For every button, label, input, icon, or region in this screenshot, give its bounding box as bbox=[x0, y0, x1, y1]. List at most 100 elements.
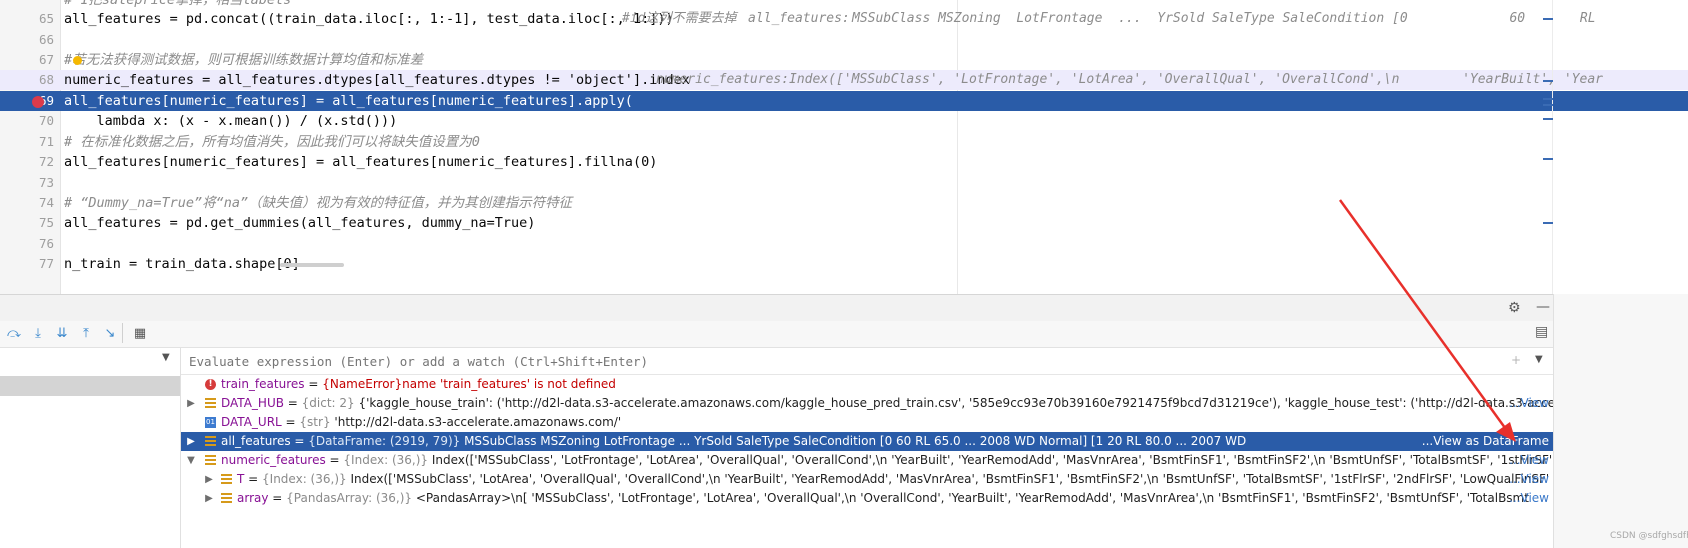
variable-value: MSSubClass MSZoning LotFrontage ... YrSo… bbox=[460, 434, 1247, 448]
variable-row[interactable]: ! train_features = {NameError}name 'trai… bbox=[181, 375, 1553, 394]
variable-row[interactable]: ▼ numeric_features = {Index: (36,)} Inde… bbox=[181, 451, 1553, 470]
variable-name: array bbox=[237, 491, 269, 505]
variable-row[interactable]: ▶ T = {Index: (36,)} Index(['MSSubClass'… bbox=[181, 470, 1553, 489]
code-line[interactable]: 72 all_features[numeric_features] = all_… bbox=[0, 152, 1688, 172]
watermark: CSDN @sdfghsdfhfsdhf bbox=[1610, 531, 1688, 541]
evaluate-bar[interactable]: + ▼ bbox=[181, 348, 1553, 375]
code-line[interactable]: 65 all_features = pd.concat((train_data.… bbox=[0, 9, 1688, 29]
view-link[interactable]: ...View bbox=[1505, 394, 1549, 413]
variable-name: DATA_URL bbox=[221, 415, 282, 429]
line-number: 65 bbox=[38, 11, 54, 26]
inline-value: Index(['MSSubClass', 'LotFrontage', 'Lot… bbox=[789, 72, 1603, 87]
variable-value: 'http://d2l-data.s3-accelerate.amazonaws… bbox=[330, 415, 622, 429]
variable-row[interactable]: 01 DATA_URL = {str} 'http://d2l-data.s3-… bbox=[181, 413, 1553, 432]
variable-row[interactable]: ▶ array = {PandasArray: (36,)} <PandasAr… bbox=[181, 489, 1553, 508]
scroll-marker[interactable] bbox=[1543, 118, 1553, 120]
view-link[interactable]: ...View bbox=[1505, 489, 1549, 508]
scroll-marker[interactable] bbox=[1543, 158, 1553, 160]
dataframe-icon bbox=[205, 436, 216, 447]
variable-separator: = bbox=[290, 434, 309, 448]
lightbulb-icon[interactable] bbox=[73, 56, 82, 65]
chevron-down-icon[interactable]: ▼ bbox=[1535, 354, 1543, 365]
code-line[interactable]: 68 numeric_features = all_features.dtype… bbox=[0, 70, 1688, 90]
code-line[interactable]: 67 #若无法获得测试数据，则可根据训练数据计算均值和标准差 bbox=[0, 50, 1688, 70]
code-editor[interactable]: # 1把saleprice拿掉，相当labels 65 all_features… bbox=[0, 0, 1688, 294]
view-link[interactable]: ...View bbox=[1505, 451, 1549, 470]
variable-name: all_features bbox=[221, 434, 291, 448]
variables-tree[interactable]: ! train_features = {NameError}name 'trai… bbox=[181, 375, 1553, 548]
layout-icon[interactable]: ▤ bbox=[1535, 324, 1548, 340]
selected-frame[interactable] bbox=[0, 376, 180, 396]
scroll-marker[interactable] bbox=[1543, 80, 1553, 82]
code-line[interactable]: 73 bbox=[0, 173, 1688, 193]
vertical-scrollbar[interactable] bbox=[1552, 0, 1553, 294]
inline-value: MSSubClass MSZoning LotFrontage ... YrSo… bbox=[852, 11, 1596, 26]
line-number: 75 bbox=[38, 215, 54, 230]
line-number: 71 bbox=[38, 134, 54, 149]
gear-icon[interactable]: ⚙ bbox=[1508, 300, 1521, 316]
code-text: lambda x: (x - x.mean()) / (x.std())) bbox=[64, 113, 398, 129]
step-over-icon[interactable]: ⤼ bbox=[6, 326, 22, 342]
chevron-right-icon[interactable]: ▶ bbox=[185, 394, 197, 413]
variable-separator: = bbox=[283, 396, 302, 410]
variable-type: {str} bbox=[299, 415, 331, 429]
scroll-marker[interactable] bbox=[1543, 98, 1553, 100]
variable-row-selected[interactable]: ▶ all_features = {DataFrame: (2919, 79)}… bbox=[181, 432, 1553, 451]
current-execution-line[interactable]: 69 all_features[numeric_features] = all_… bbox=[0, 91, 1688, 111]
code-line[interactable]: 76 bbox=[0, 234, 1688, 254]
step-into-my-code-icon[interactable]: ⇊ bbox=[54, 326, 70, 342]
toolbar-divider bbox=[122, 323, 123, 343]
variable-value: Index(['MSSubClass', 'LotFrontage', 'Lot… bbox=[428, 453, 1553, 467]
add-watch-icon[interactable]: + bbox=[1511, 353, 1521, 367]
evaluate-expression-input[interactable] bbox=[189, 352, 1489, 370]
view-as-dataframe-link[interactable]: ...View as DataFrame bbox=[1417, 432, 1549, 451]
chevron-right-icon[interactable]: ▶ bbox=[185, 432, 197, 451]
line-number: 72 bbox=[38, 154, 54, 169]
code-line[interactable]: 74 # “Dummy_na=True”将“na”（缺失值）视为有效的特征值，并… bbox=[0, 193, 1688, 213]
breakpoint-icon[interactable] bbox=[32, 96, 44, 108]
line-number: 67 bbox=[38, 52, 54, 67]
line-number: 70 bbox=[38, 113, 54, 128]
step-into-icon[interactable]: ⤓ bbox=[30, 326, 46, 342]
minimize-icon[interactable]: — bbox=[1536, 299, 1550, 315]
code-line[interactable]: 70 lambda x: (x - x.mean()) / (x.std())) bbox=[0, 111, 1688, 131]
array-icon bbox=[221, 493, 232, 504]
chevron-right-icon[interactable]: ▶ bbox=[203, 489, 215, 508]
evaluate-icon[interactable]: ▦ bbox=[132, 326, 148, 342]
variable-separator: = bbox=[304, 377, 323, 391]
scroll-marker[interactable] bbox=[1543, 104, 1553, 106]
line-number: 76 bbox=[38, 236, 54, 251]
variable-name: numeric_features bbox=[221, 453, 326, 467]
variable-separator: = bbox=[325, 453, 344, 467]
variable-type: {dict: 2} bbox=[301, 396, 355, 410]
code-line[interactable]: 75 all_features = pd.get_dummies(all_fea… bbox=[0, 213, 1688, 233]
line-number: 69 bbox=[38, 93, 54, 108]
variable-separator: = bbox=[244, 472, 263, 486]
variable-type: {Index: (36,)} bbox=[343, 453, 429, 467]
chevron-right-icon[interactable]: ▶ bbox=[203, 470, 215, 489]
code-text: all_features[numeric_features] = all_fea… bbox=[64, 154, 658, 170]
code-text: # 在标准化数据之后，所有均值消失，因此我们可以将缺失值设置为0 bbox=[64, 134, 480, 150]
variable-name: train_features bbox=[221, 377, 305, 391]
code-line[interactable]: 77 n_train = train_data.shape[0] bbox=[0, 254, 1688, 274]
panel-splitter[interactable]: ⚙ — bbox=[0, 294, 1688, 322]
chevron-down-icon[interactable]: ▼ bbox=[185, 451, 197, 470]
code-line[interactable]: 66 bbox=[0, 30, 1688, 50]
error-icon: ! bbox=[205, 379, 216, 390]
variable-type: {Index: (36,)} bbox=[262, 472, 347, 486]
view-link[interactable]: ...View bbox=[1505, 470, 1549, 489]
variable-row[interactable]: ▶ DATA_HUB = {dict: 2} {'kaggle_house_tr… bbox=[181, 394, 1553, 413]
code-text: # “Dummy_na=True”将“na”（缺失值）视为有效的特征值，并为其创… bbox=[64, 195, 573, 211]
scroll-marker[interactable] bbox=[1543, 222, 1553, 224]
index-icon bbox=[205, 455, 216, 466]
step-out-icon[interactable]: ⤒ bbox=[78, 326, 94, 342]
code-text: all_features = pd.concat((train_data.ilo… bbox=[64, 11, 674, 27]
code-line[interactable]: 71 # 在标准化数据之后，所有均值消失，因此我们可以将缺失值设置为0 bbox=[0, 132, 1688, 152]
code-text: all_features[numeric_features] = all_fea… bbox=[64, 93, 633, 109]
variable-value: {'kaggle_house_train': ('http://d2l-data… bbox=[358, 396, 1553, 410]
scroll-marker[interactable] bbox=[1543, 18, 1553, 20]
horizontal-scrollbar-thumb[interactable] bbox=[280, 263, 344, 267]
chevron-down-icon[interactable]: ▼ bbox=[162, 352, 170, 363]
variable-type: {DataFrame: (2919, 79)} bbox=[308, 434, 461, 448]
run-to-cursor-icon[interactable]: ↘ bbox=[102, 326, 118, 342]
